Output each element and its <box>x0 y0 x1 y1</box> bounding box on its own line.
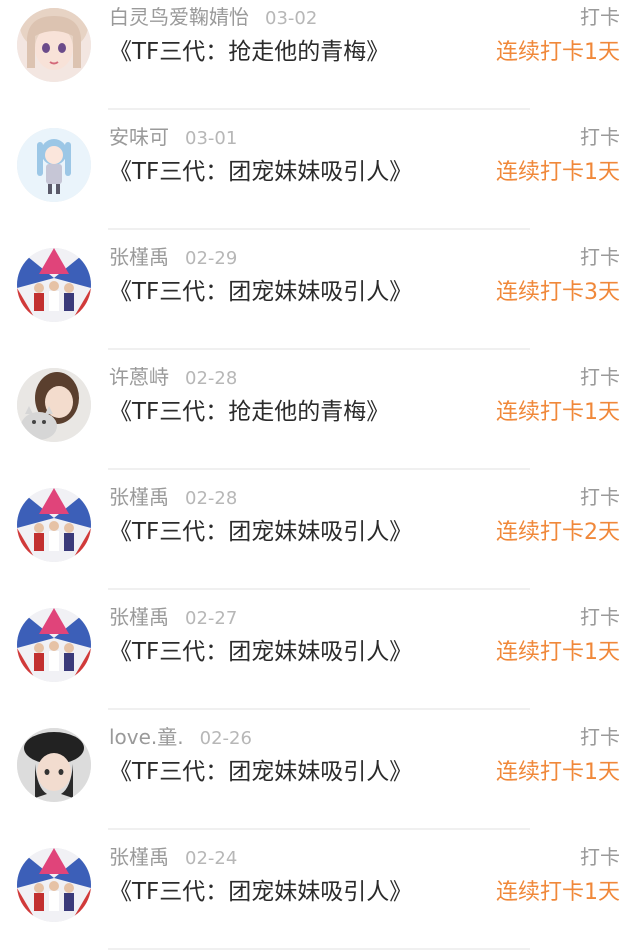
checkin-date: 02-29 <box>185 248 238 269</box>
book-title[interactable]: 《TF三代：团宠妹妹吸引人》 <box>109 874 412 910</box>
checkin-meta: 张槿禹 02-28 <box>109 482 237 512</box>
avatar[interactable] <box>17 728 91 802</box>
username[interactable]: 白灵鸟爱鞠婧怡 <box>109 5 249 29</box>
checkin-item[interactable]: 张槿禹 02-29 《TF三代：团宠妹妹吸引人》 打卡连续打卡3天 <box>0 230 640 350</box>
checkin-action-label: 打卡 <box>580 5 620 29</box>
checkin-meta: 安味可 03-01 <box>109 122 237 152</box>
avatar[interactable] <box>17 488 91 562</box>
checkin-meta: 张槿禹 02-29 <box>109 242 237 272</box>
avatar[interactable] <box>17 128 91 202</box>
checkin-action-label: 打卡 <box>580 365 620 389</box>
book-title[interactable]: 《TF三代：团宠妹妹吸引人》 <box>109 514 412 550</box>
checkin-item[interactable]: 张槿禹 02-28 《TF三代：团宠妹妹吸引人》 打卡连续打卡2天 <box>0 470 640 590</box>
checkin-action-label: 打卡 <box>580 845 620 869</box>
checkin-action-label: 打卡 <box>580 125 620 149</box>
checkin-list: 白灵鸟爱鞠婧怡 03-02 《TF三代：抢走他的青梅》 打卡 连续打卡1天 安味可 03-0… <box>0 0 640 950</box>
streak-label: 连续打卡1天 <box>496 400 620 425</box>
book-title[interactable]: 《TF三代：团宠妹妹吸引人》 <box>109 154 412 190</box>
checkin-meta: 张槿禹 02-24 <box>109 842 237 872</box>
checkin-item[interactable]: 许蒽峙 02-28 《TF三代：抢走他的青梅》 打卡连续打卡1天 <box>0 350 640 470</box>
username[interactable]: 张槿禹 <box>109 845 169 869</box>
streak-label: 连续打卡1天 <box>496 760 620 785</box>
username[interactable]: 张槿禹 <box>109 485 169 509</box>
avatar[interactable] <box>17 248 91 322</box>
checkin-date: 02-28 <box>185 368 238 389</box>
avatar[interactable] <box>17 608 91 682</box>
streak-label: 连续打卡1天 <box>496 880 620 905</box>
username[interactable]: 张槿禹 <box>109 245 169 269</box>
checkin-meta: 白灵鸟爱鞠婧怡 03-02 <box>109 2 317 32</box>
checkin-date: 03-01 <box>185 128 238 149</box>
checkin-date: 02-24 <box>185 848 238 869</box>
checkin-item[interactable]: 安味可 03-01 《TF三代：团宠妹妹吸引人》 打卡连续打卡1天 <box>0 110 640 230</box>
avatar[interactable] <box>17 368 91 442</box>
checkin-action-label: 打卡 <box>580 485 620 509</box>
streak-label: 连续打卡2天 <box>496 520 620 545</box>
username[interactable]: 安味可 <box>109 125 169 149</box>
streak-label: 连续打卡1天 <box>496 40 620 65</box>
checkin-action-label: 打卡 <box>580 725 620 749</box>
checkin-date: 03-02 <box>265 8 318 29</box>
book-title[interactable]: 《TF三代：抢走他的青梅》 <box>109 394 389 430</box>
checkin-meta: 张槿禹 02-27 <box>109 602 237 632</box>
streak-label: 连续打卡1天 <box>496 640 620 665</box>
book-title[interactable]: 《TF三代：抢走他的青梅》 <box>109 34 389 70</box>
checkin-action-label: 打卡 <box>580 605 620 629</box>
username[interactable]: 许蒽峙 <box>109 365 169 389</box>
checkin-date: 02-26 <box>199 728 252 749</box>
book-title[interactable]: 《TF三代：团宠妹妹吸引人》 <box>109 274 412 310</box>
username[interactable]: love.童. <box>109 725 184 749</box>
checkin-date: 02-27 <box>185 608 238 629</box>
checkin-date: 02-28 <box>185 488 238 509</box>
checkin-meta: love.童. 02-26 <box>109 722 252 752</box>
checkin-item[interactable]: 张槿禹 02-27 《TF三代：团宠妹妹吸引人》 打卡连续打卡1天 <box>0 590 640 710</box>
streak-label: 连续打卡3天 <box>496 280 620 305</box>
book-title[interactable]: 《TF三代：团宠妹妹吸引人》 <box>109 634 412 670</box>
checkin-item[interactable]: love.童. 02-26 《TF三代：团宠妹妹吸引人》 打卡连续打卡1天 <box>0 710 640 830</box>
book-title[interactable]: 《TF三代：团宠妹妹吸引人》 <box>109 754 412 790</box>
avatar[interactable] <box>17 848 91 922</box>
avatar[interactable] <box>17 8 91 82</box>
streak-label: 连续打卡1天 <box>496 160 620 185</box>
checkin-item[interactable]: 张槿禹 02-24 《TF三代：团宠妹妹吸引人》 打卡连续打卡1天 <box>0 830 640 950</box>
checkin-meta: 许蒽峙 02-28 <box>109 362 237 392</box>
checkin-item[interactable]: 白灵鸟爱鞠婧怡 03-02 《TF三代：抢走他的青梅》 打卡连续打卡1天 <box>0 0 640 110</box>
checkin-action-label: 打卡 <box>580 245 620 269</box>
username[interactable]: 张槿禹 <box>109 605 169 629</box>
